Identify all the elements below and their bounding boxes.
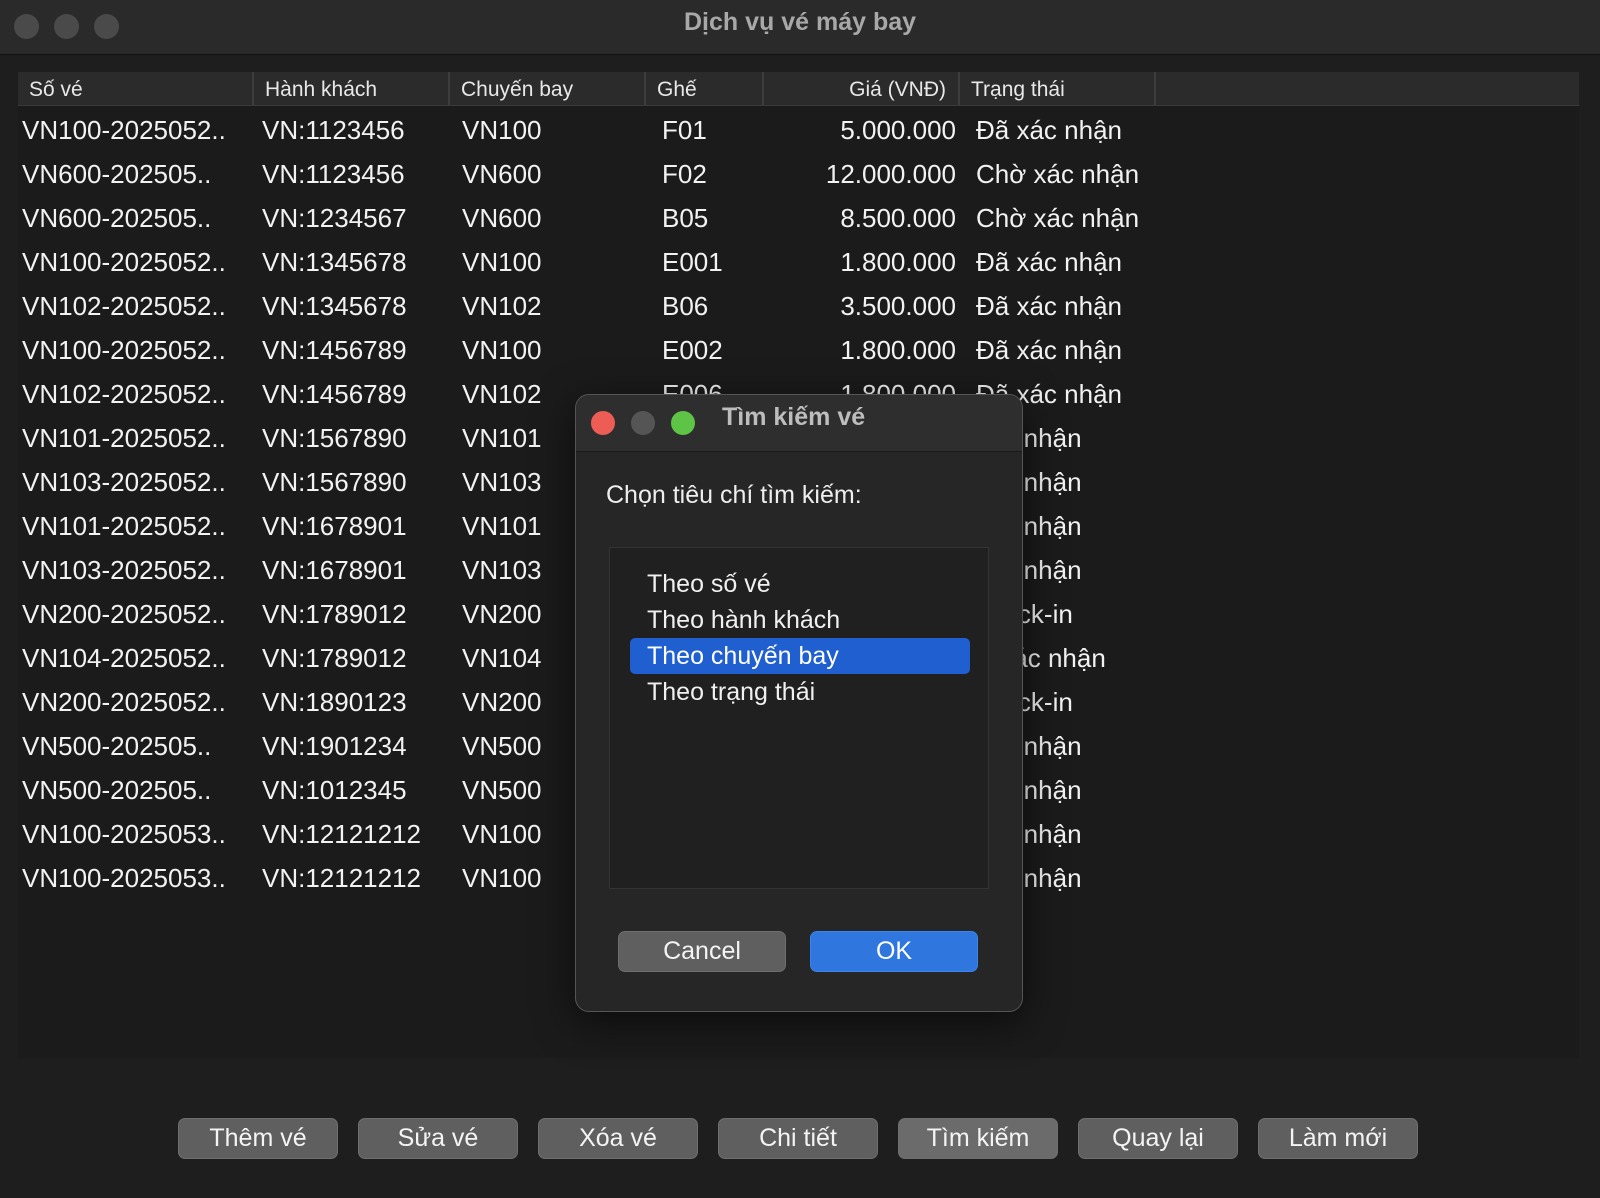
ticket-no-cell: VN600-202505..: [22, 203, 212, 233]
dialog-prompt: Chọn tiêu chí tìm kiếm:: [606, 481, 862, 509]
status-cell: Chờ xác nhận: [976, 203, 1140, 233]
passenger-cell: VN:1123456: [262, 159, 405, 189]
price-cell: 1.800.000: [840, 247, 956, 277]
cancel-button[interactable]: Cancel: [618, 931, 786, 972]
back-button[interactable]: Quay lại: [1078, 1118, 1238, 1159]
ticket-no-cell: VN102-2025052..: [22, 291, 226, 321]
ticket-no-cell: VN100-2025053..: [22, 863, 226, 893]
passenger-cell: VN:1678901: [262, 511, 407, 541]
table-row[interactable]: VN100-2025052.. VN:1123456 VN100 F01 5.000.0…: [18, 108, 1579, 152]
passenger-cell: VN:1789012: [262, 599, 407, 629]
table-row[interactable]: VN100-2025052.. VN:1345678 VN100 E001 1.800.…: [18, 240, 1579, 284]
ticket-no-cell: VN200-2025052..: [22, 687, 226, 717]
flight-cell: VN600: [462, 203, 542, 233]
status-cell: Chờ xác nhận: [976, 159, 1140, 189]
column-header-passenger[interactable]: Hành khách: [254, 72, 450, 105]
edit-ticket-button[interactable]: Sửa vé: [358, 1118, 518, 1159]
ticket-no-cell: VN103-2025052..: [22, 555, 226, 585]
seat-cell: B06: [662, 291, 709, 321]
window-title: Dịch vụ vé máy bay: [683, 8, 917, 36]
seat-cell: E001: [662, 247, 723, 277]
flight-cell: VN100: [462, 115, 542, 145]
passenger-cell: VN:1234567: [262, 203, 407, 233]
passenger-cell: VN:1567890: [262, 467, 407, 497]
price-cell: 12.000.000: [825, 159, 956, 189]
ticket-no-cell: VN100-2025053..: [22, 819, 226, 849]
passenger-cell: VN:1456789: [262, 379, 407, 409]
passenger-cell: VN:1012345: [262, 775, 407, 805]
ticket-no-cell: VN100-2025052..: [22, 247, 226, 277]
ticket-no-cell: VN101-2025052..: [22, 511, 226, 541]
flight-cell: VN102: [462, 291, 542, 321]
table-row[interactable]: VN600-202505.. VN:1234567 VN600 B05 8.500.00…: [18, 196, 1579, 240]
ticket-no-cell: VN103-2025052..: [22, 467, 226, 497]
status-cell: Đã xác nhận: [976, 115, 1122, 145]
ticket-no-cell: VN104-2025052..: [22, 643, 226, 673]
ok-button[interactable]: OK: [810, 931, 978, 972]
ticket-no-cell: VN100-2025052..: [22, 115, 226, 145]
add-ticket-button[interactable]: Thêm vé: [178, 1118, 338, 1159]
dialog-title-bar: Tìm kiếm vé: [576, 395, 1022, 452]
ticket-no-cell: VN200-2025052..: [22, 599, 226, 629]
dialog-minimize-button: [631, 411, 655, 435]
passenger-cell: VN:1123456: [262, 115, 405, 145]
ticket-no-cell: VN500-202505..: [22, 775, 212, 805]
ticket-no-cell: VN100-2025052..: [22, 335, 226, 365]
status-cell: Đã xác nhận: [976, 247, 1122, 277]
ticket-no-cell: VN102-2025052..: [22, 379, 226, 409]
passenger-cell: VN:12121212: [262, 819, 422, 849]
column-header-status[interactable]: Trạng thái: [960, 72, 1156, 105]
flight-cell: VN100: [462, 335, 542, 365]
passenger-cell: VN:1901234: [262, 731, 407, 761]
passenger-cell: VN:1890123: [262, 687, 407, 717]
table-header: Số vé Hành khách Chuyến bay Ghế Giá (VNĐ…: [18, 72, 1579, 106]
dialog-title: Tìm kiếm vé: [722, 403, 866, 431]
column-header-ticket-no[interactable]: Số vé: [18, 72, 254, 105]
seat-cell: F02: [662, 159, 707, 189]
dialog-zoom-button[interactable]: [671, 411, 695, 435]
status-cell: Đã xác nhận: [976, 291, 1122, 321]
title-bar: Dịch vụ vé máy bay: [0, 0, 1600, 55]
price-cell: 5.000.000: [840, 115, 956, 145]
status-cell: Đã xác nhận: [976, 335, 1122, 365]
price-cell: 1.800.000: [840, 335, 956, 365]
seat-cell: F01: [662, 115, 707, 145]
details-button[interactable]: Chi tiết: [718, 1118, 878, 1159]
price-cell: 8.500.000: [840, 203, 956, 233]
table-row[interactable]: VN102-2025052.. VN:1345678 VN102 B06 3.500.0…: [18, 284, 1579, 328]
option-by-flight[interactable]: Theo chuyến bay: [630, 638, 970, 674]
passenger-cell: VN:1345678: [262, 291, 407, 321]
ticket-no-cell: VN101-2025052..: [22, 423, 226, 453]
seat-cell: E002: [662, 335, 723, 365]
delete-ticket-button[interactable]: Xóa vé: [538, 1118, 698, 1159]
passenger-cell: VN:1456789: [262, 335, 407, 365]
price-cell: 3.500.000: [840, 291, 956, 321]
flight-cell: VN600: [462, 159, 542, 189]
refresh-button[interactable]: Làm mới: [1258, 1118, 1418, 1159]
option-by-status[interactable]: Theo trạng thái: [630, 674, 970, 710]
column-header-seat[interactable]: Ghế: [646, 72, 764, 105]
passenger-cell: VN:1678901: [262, 555, 407, 585]
column-header-flight[interactable]: Chuyến bay: [450, 72, 646, 105]
passenger-cell: VN:1345678: [262, 247, 407, 277]
option-by-passenger[interactable]: Theo hành khách: [630, 602, 970, 638]
search-dialog: Tìm kiếm vé Chọn tiêu chí tìm kiếm: Theo…: [575, 394, 1023, 1012]
passenger-cell: VN:12121212: [262, 863, 422, 893]
flight-cell: VN100: [462, 247, 542, 277]
table-row[interactable]: VN100-2025052.. VN:1456789 VN100 E002 1.800.…: [18, 328, 1579, 372]
option-by-ticket-no[interactable]: Theo số vé: [630, 566, 970, 602]
ticket-no-cell: VN500-202505..: [22, 731, 212, 761]
search-criteria-list[interactable]: Theo số vé Theo hành khách Theo chuyến b…: [609, 547, 989, 889]
table-row[interactable]: VN600-202505.. VN:1123456 VN600 F02 12.000.0…: [18, 152, 1579, 196]
passenger-cell: VN:1789012: [262, 643, 407, 673]
dialog-close-button[interactable]: [591, 411, 615, 435]
column-header-price[interactable]: Giá (VNĐ): [764, 72, 960, 105]
seat-cell: B05: [662, 203, 709, 233]
passenger-cell: VN:1567890: [262, 423, 407, 453]
ticket-no-cell: VN600-202505..: [22, 159, 212, 189]
search-button[interactable]: Tìm kiếm: [898, 1118, 1058, 1159]
action-button-bar: Thêm vé Sửa vé Xóa vé Chi tiết Tìm kiếm …: [0, 1118, 1600, 1160]
